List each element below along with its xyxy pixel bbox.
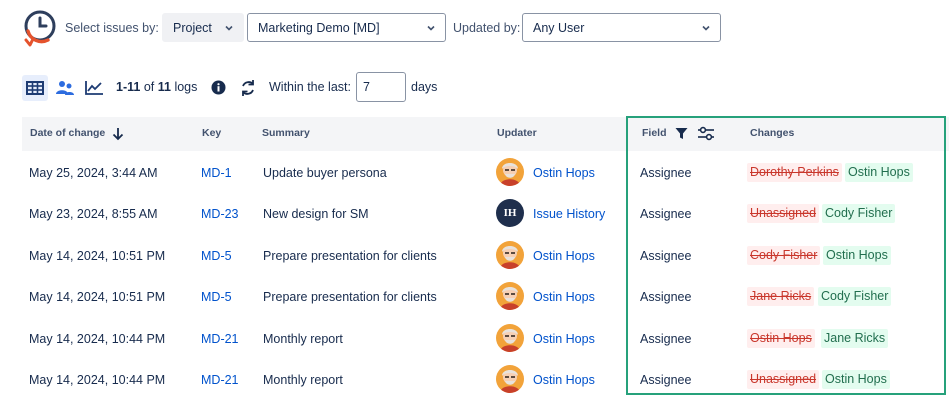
summary-cell: Prepare presentation for clients	[263, 248, 437, 263]
updater-link[interactable]: Issue History	[533, 207, 605, 221]
date-cell: May 14, 2024, 10:44 PM	[29, 331, 166, 346]
chevron-down-icon	[702, 25, 710, 31]
date-cell: May 25, 2024, 3:44 AM	[29, 166, 158, 180]
log-range: 1-11	[116, 80, 141, 94]
issue-key-link[interactable]: MD-1	[201, 166, 232, 180]
refresh-icon[interactable]	[239, 79, 257, 97]
updated-by-dropdown[interactable]: Any User	[522, 13, 721, 42]
old-value-badge: Ostin Hops	[747, 328, 815, 348]
date-cell: May 23, 2024, 8:55 AM	[29, 207, 158, 222]
field-cell: Assignee	[640, 373, 692, 387]
date-cell: May 14, 2024, 10:51 PM	[29, 248, 166, 263]
summary-cell: Monthly report	[263, 373, 343, 387]
table-view-button[interactable]	[22, 75, 48, 101]
table-header: Date of change Key Summary Updater Field…	[22, 117, 949, 151]
users-icon	[56, 81, 74, 95]
col-summary-header[interactable]: Summary	[262, 127, 310, 139]
log-of: of	[143, 80, 155, 94]
col-field-header[interactable]: Field	[642, 127, 667, 139]
table-icon	[26, 81, 44, 95]
new-value-badge: Ostin Hops	[822, 370, 890, 389]
old-value-badge: Cody Fisher	[747, 245, 821, 265]
log-count: 1-11 of 11 logs	[116, 80, 197, 94]
avatar	[496, 365, 524, 393]
avatar	[496, 282, 524, 311]
field-cell: Assignee	[640, 207, 692, 222]
chart-view-button[interactable]	[81, 75, 107, 101]
issue-key-link[interactable]: MD-21	[201, 332, 239, 346]
project-value: Marketing Demo [MD]	[258, 20, 380, 35]
date-cell: May 14, 2024, 10:51 PM	[29, 290, 166, 305]
updater-link[interactable]: Ostin Hops	[533, 373, 595, 387]
col-date-header[interactable]: Date of change	[30, 127, 105, 139]
updater-link[interactable]: Ostin Hops	[533, 290, 595, 304]
within-label: Within the last:	[269, 80, 351, 94]
updater-link[interactable]: Ostin Hops	[533, 332, 595, 346]
col-key-header[interactable]: Key	[202, 127, 221, 139]
summary-cell: Update buyer persona	[263, 166, 387, 180]
updater-link[interactable]: Ostin Hops	[533, 249, 595, 263]
select-by-dropdown[interactable]: Project	[162, 13, 244, 42]
chevron-down-icon	[225, 25, 233, 31]
table-row[interactable]: May 14, 2024, 10:44 PM MD-21 Monthly repor…	[22, 359, 949, 395]
avatar	[496, 240, 524, 269]
log-total: 11	[157, 80, 171, 94]
col-changes-header[interactable]: Changes	[750, 127, 794, 139]
log-unit: logs	[174, 80, 198, 94]
field-cell: Assignee	[640, 290, 692, 305]
users-view-button[interactable]	[52, 75, 78, 101]
view-switcher	[22, 75, 108, 101]
updater-link[interactable]: Ostin Hops	[533, 166, 595, 180]
summary-cell: New design for SM	[263, 207, 369, 222]
summary-cell: Prepare presentation for clients	[263, 290, 437, 305]
date-cell: May 14, 2024, 10:44 PM	[29, 373, 166, 387]
app-logo-icon	[24, 10, 56, 47]
avatar: IH	[496, 199, 524, 228]
col-updater-header[interactable]: Updater	[497, 127, 537, 139]
field-cell: Assignee	[640, 166, 692, 180]
table-row[interactable]: May 23, 2024, 8:55 AM MD-23 New design for…	[22, 193, 949, 234]
filter-icon[interactable]	[675, 127, 688, 140]
select-issues-label: Select issues by:	[65, 21, 159, 35]
new-value-badge: Cody Fisher	[822, 204, 896, 224]
issue-key-link[interactable]: MD-5	[201, 249, 232, 263]
field-cell: Assignee	[640, 248, 692, 263]
new-value-badge: Jane Ricks	[821, 328, 889, 348]
days-input[interactable]	[356, 72, 406, 102]
old-value-badge: Jane Ricks	[747, 287, 815, 307]
new-value-badge: Cody Fisher	[818, 287, 892, 307]
project-dropdown[interactable]: Marketing Demo [MD]	[247, 13, 446, 42]
issue-key-link[interactable]: MD-23	[201, 207, 239, 221]
updated-by-label: Updated by:	[453, 21, 521, 35]
table-row[interactable]: May 14, 2024, 10:44 PM MD-21 Monthly repor…	[22, 318, 949, 359]
chevron-down-icon	[427, 25, 435, 31]
table-row[interactable]: May 14, 2024, 10:51 PM MD-5 Prepare presen…	[22, 235, 949, 276]
select-by-value: Project	[173, 20, 212, 35]
old-value-badge: Unassigned	[747, 204, 820, 224]
issue-key-link[interactable]: MD-5	[201, 290, 232, 304]
summary-cell: Monthly report	[263, 331, 343, 346]
old-value-badge: Dorothy Perkins	[747, 163, 842, 182]
new-value-badge: Ostin Hops	[823, 245, 891, 265]
avatar	[496, 158, 524, 186]
updated-by-value: Any User	[533, 20, 585, 35]
field-cell: Assignee	[640, 331, 692, 346]
line-chart-icon	[85, 81, 103, 95]
table-row[interactable]: May 25, 2024, 3:44 AM MD-1 Update buyer pe…	[22, 152, 949, 193]
days-label: days	[411, 80, 438, 94]
issue-key-link[interactable]: MD-21	[201, 373, 239, 387]
info-icon[interactable]	[211, 80, 226, 95]
settings-sliders-icon[interactable]	[697, 126, 715, 141]
old-value-badge: Unassigned	[747, 370, 820, 389]
sort-down-arrow-icon[interactable]	[112, 127, 124, 141]
avatar	[496, 323, 524, 352]
table-row[interactable]: May 14, 2024, 10:51 PM MD-5 Prepare presen…	[22, 276, 949, 317]
new-value-badge: Ostin Hops	[845, 163, 913, 182]
